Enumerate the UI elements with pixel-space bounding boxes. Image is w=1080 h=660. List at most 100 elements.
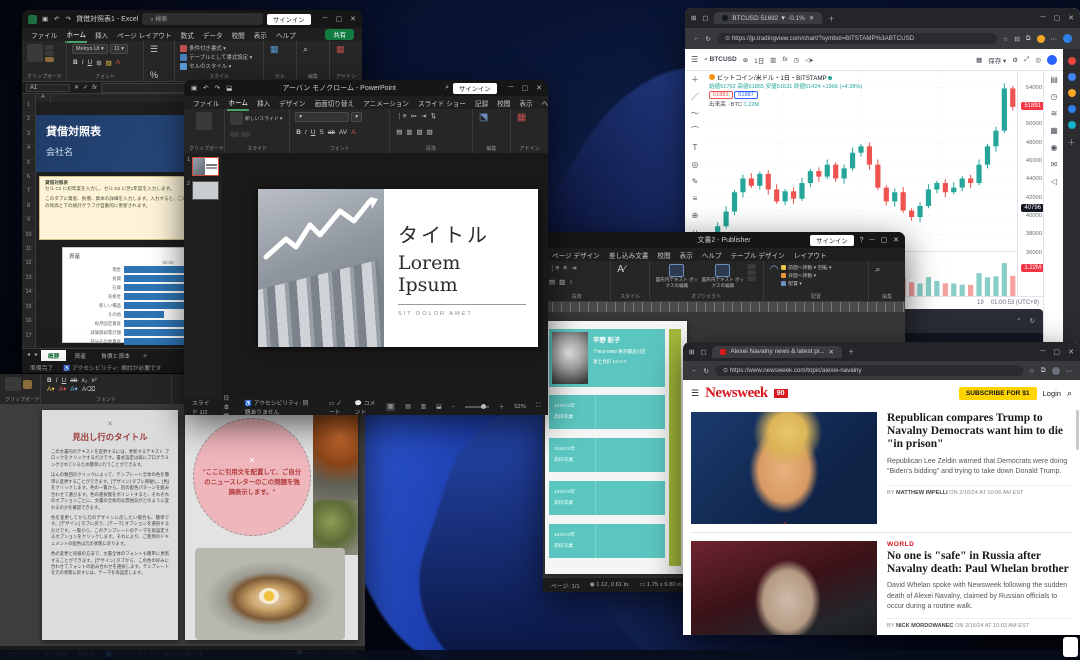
trendline-icon[interactable]: ／ — [685, 88, 705, 105]
tab-file[interactable]: ファイル — [30, 28, 58, 42]
cell-styles-button[interactable]: セルのスタイル ▾ — [189, 62, 231, 70]
font-name-select[interactable]: ▾ — [295, 112, 349, 122]
settings-more-icon[interactable]: ⋯ — [1051, 35, 1058, 43]
tab-view[interactable]: 表示 — [253, 28, 268, 42]
menu-icon[interactable]: ☰ — [691, 388, 699, 399]
search-icon[interactable]: ⌕ — [445, 84, 449, 92]
favorites-icon[interactable]: ☆ — [1029, 367, 1035, 375]
copilot-icon[interactable] — [1063, 34, 1072, 43]
search-button[interactable] — [504, 652, 511, 659]
reading-view-icon[interactable]: ▥ — [421, 404, 426, 410]
wrap-text-icon[interactable]: ◠ — [769, 264, 780, 275]
row-header[interactable]: 11 — [22, 246, 35, 260]
tab-formulas[interactable]: 数式 — [180, 28, 195, 42]
tab-actions-icon[interactable]: ⊞ — [691, 14, 696, 22]
tab-data[interactable]: データ — [202, 28, 224, 42]
close-button[interactable]: ✕ — [1068, 348, 1074, 356]
candle-style-icon[interactable]: ▥ — [770, 56, 776, 64]
char-spacing-button[interactable]: AV — [338, 129, 348, 136]
close-button[interactable]: ✕ — [350, 15, 356, 23]
sorter-view-icon[interactable]: ▤ — [405, 404, 410, 410]
fullscreen-icon[interactable]: ⤢ — [1024, 56, 1029, 64]
paste-button[interactable] — [27, 44, 43, 62]
bring-forward-button[interactable]: 前面へ移動 ▾ — [788, 264, 816, 271]
text-highlight-button[interactable]: A▾ — [46, 385, 56, 393]
maximize-button[interactable]: ▢ — [336, 15, 343, 23]
row-header[interactable]: 8 — [22, 203, 35, 217]
chart-settings-icon[interactable]: ⚙ — [1012, 56, 1018, 64]
font-size-select[interactable]: ▾ — [351, 112, 362, 122]
row-headers[interactable]: 1234567891011121314151617 — [22, 102, 36, 347]
article-category[interactable]: WORLD — [887, 541, 1072, 548]
new-tab-button[interactable]: ＋ — [848, 347, 854, 356]
send-backward-button[interactable]: 背面へ移動 ▾ — [788, 272, 816, 279]
redo-icon[interactable]: ↷ — [214, 84, 221, 92]
sidebar-app-icon[interactable] — [1068, 105, 1076, 113]
tab-record[interactable]: 記録 — [474, 96, 489, 110]
indent-button[interactable]: ⇥ — [570, 264, 577, 272]
zoom-out-icon[interactable]: − — [452, 404, 455, 410]
add-sheet-button[interactable]: ＋ — [138, 350, 152, 361]
edge-icon[interactable] — [517, 652, 524, 659]
slideshow-view-icon[interactable]: ⬓ — [436, 404, 441, 410]
sheet-nav-left[interactable]: ◂ — [25, 352, 32, 358]
publisher-icon[interactable] — [569, 652, 576, 659]
close-tab-icon[interactable]: ✕ — [809, 14, 814, 22]
symbol-title[interactable]: ビットコイン/米ドル・1日・BITSTAMP — [717, 75, 827, 82]
save-icon[interactable]: ▣ — [190, 84, 198, 92]
new-slide-icon[interactable] — [230, 112, 243, 125]
measure-icon[interactable]: ≡ — [685, 190, 705, 207]
alert-icon[interactable]: ◷ — [794, 56, 800, 64]
cancel-icon[interactable]: ✕ — [74, 84, 79, 91]
clear-format-button[interactable]: A⌫ — [81, 385, 97, 393]
addins-icon[interactable]: ▦ — [516, 112, 543, 123]
favorites-icon[interactable]: ☆ — [1003, 35, 1009, 43]
conditional-formatting-button[interactable]: 条件付き書式 ▾ — [189, 44, 226, 52]
align-center-button[interactable]: ▥ — [558, 278, 566, 286]
italic-button[interactable]: I — [55, 377, 59, 384]
maximize-button[interactable]: ▢ — [1054, 348, 1061, 356]
collections-icon[interactable]: ⊟ — [1014, 35, 1019, 43]
speaker-icon[interactable]: ◁ — [1044, 173, 1064, 190]
tab-file[interactable]: ファイル — [192, 96, 220, 110]
bullets-button[interactable]: ⋮≡ — [548, 264, 560, 272]
refresh-icon[interactable]: ↻ — [704, 367, 709, 375]
tab-slideshow[interactable]: スライド ショー — [417, 96, 467, 110]
close-button[interactable]: ✕ — [893, 236, 899, 244]
comments-button[interactable]: 💬 コメント — [355, 398, 376, 416]
tab-insert[interactable]: 挿入 — [256, 96, 271, 110]
maximize-button[interactable]: ▢ — [881, 236, 888, 244]
accessibility-status[interactable]: ♿ アクセシビリティ: 問題ありません — [245, 398, 309, 416]
undo-icon[interactable]: ↶ — [53, 15, 60, 23]
pattern-icon[interactable]: ⌒ — [685, 122, 705, 139]
tab-page-layout[interactable]: ページ レイアウト — [116, 28, 172, 42]
tab-help[interactable]: ヘルプ — [701, 248, 723, 262]
profile-avatar[interactable] — [1052, 367, 1060, 375]
underline-button[interactable]: U — [310, 129, 317, 136]
replay-icon[interactable]: ◁▸ — [805, 56, 813, 64]
row-header[interactable]: 3 — [22, 131, 35, 145]
font-color-button[interactable]: A▾ — [58, 385, 68, 393]
article-2[interactable]: WORLD No one is "safe" in Russia after N… — [683, 535, 1080, 635]
menu-icon[interactable]: ☰ — [691, 55, 698, 64]
zoom-in-icon[interactable]: ＋ — [499, 402, 505, 411]
scrollbar[interactable] — [1076, 410, 1079, 450]
vertical-tabs-icon[interactable]: ▢ — [702, 14, 708, 22]
sheet-tab[interactable]: 負債と資本 — [94, 350, 137, 361]
superscript-button[interactable]: x² — [90, 377, 97, 384]
powerpoint-icon[interactable] — [556, 652, 563, 659]
name-box[interactable]: A1 — [26, 84, 70, 92]
excel-icon[interactable] — [530, 652, 537, 659]
draw-vertical-textbox-icon[interactable] — [715, 264, 730, 277]
signin-button[interactable]: サインイン — [453, 83, 496, 94]
chat-icon[interactable]: ✉ — [1044, 156, 1064, 173]
back-icon[interactable]: ← — [693, 35, 700, 42]
font-color-button[interactable]: A — [350, 129, 356, 136]
tab-view[interactable]: 表示 — [679, 248, 694, 262]
login-link[interactable]: Login — [1043, 389, 1061, 398]
format-painter-button[interactable] — [23, 380, 32, 389]
indent-more-button[interactable]: ⇥ — [420, 112, 427, 120]
sheet-tab[interactable]: 資産 — [67, 350, 93, 361]
emoji-icon[interactable]: ◎ — [685, 156, 705, 173]
help-button[interactable]: ? — [860, 237, 864, 244]
